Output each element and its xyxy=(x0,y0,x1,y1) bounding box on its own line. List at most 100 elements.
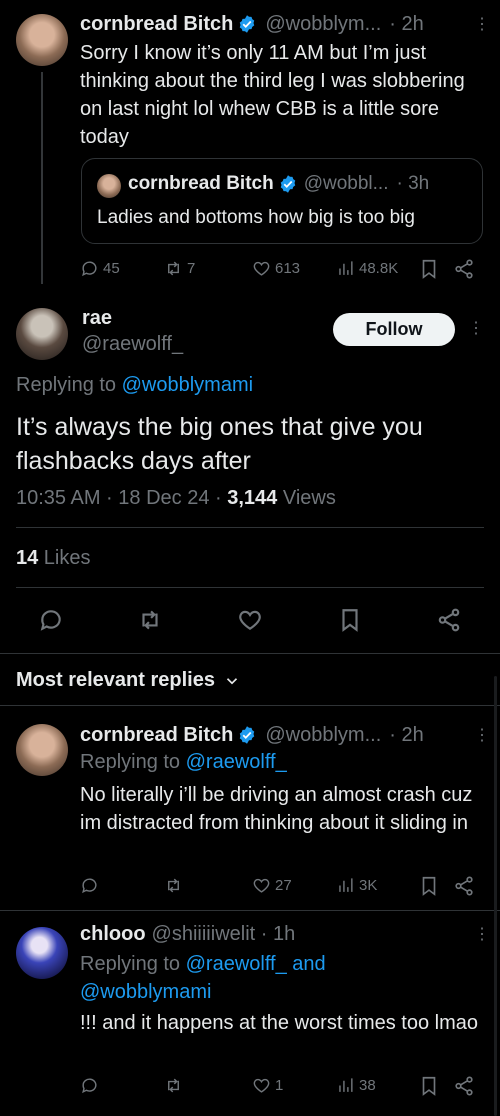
tweet-timestamp[interactable]: 10:35 AM · 18 Dec 24 · xyxy=(16,487,227,509)
share-button[interactable] xyxy=(453,1075,475,1102)
more-options-icon[interactable]: ⋮ xyxy=(474,725,490,745)
thread-line xyxy=(41,72,43,284)
reply-button[interactable] xyxy=(80,876,99,895)
share-button[interactable] xyxy=(436,607,462,638)
author-name[interactable]: chlooo xyxy=(80,923,146,946)
avatar[interactable] xyxy=(16,927,68,979)
like-button[interactable] xyxy=(237,607,263,638)
mention-link[interactable]: @wobblymami xyxy=(80,981,211,1003)
scrollbar[interactable] xyxy=(494,676,497,1116)
tweet-time[interactable]: · 2h xyxy=(389,13,423,36)
views-button[interactable]: 38 xyxy=(336,1076,376,1095)
repost-icon xyxy=(168,878,179,893)
like-count: 1 xyxy=(275,1077,284,1094)
replying-prefix: Replying to xyxy=(80,751,186,773)
author-handle: @wobbl... xyxy=(303,173,389,194)
repost-icon xyxy=(142,610,158,630)
heart-icon xyxy=(253,1078,270,1093)
replies-sort-label: Most relevant replies xyxy=(16,669,215,691)
like-button[interactable]: 1 xyxy=(252,1076,283,1095)
likes-summary[interactable]: 14 Likes xyxy=(16,547,91,570)
views-button[interactable]: 48.8K xyxy=(336,259,398,278)
reply-button[interactable]: 45 xyxy=(80,259,120,278)
share-button[interactable] xyxy=(453,258,475,285)
reply-tweet[interactable]: cornbread Bitch @wobblym... · 2h ⋮ Reply… xyxy=(0,706,500,910)
repost-button[interactable] xyxy=(164,876,183,895)
bookmark-button[interactable] xyxy=(418,875,440,902)
tweet-time[interactable]: · 2h xyxy=(389,724,423,747)
tweet-text: Sorry I know it’s only 11 AM but I’m jus… xyxy=(80,42,465,148)
verified-badge-icon xyxy=(280,175,295,193)
views-chart-icon xyxy=(339,261,353,275)
more-options-icon[interactable]: ⋮ xyxy=(474,924,490,944)
share-button[interactable] xyxy=(453,875,475,902)
author-handle[interactable]: @wobblym... xyxy=(265,13,381,36)
replying-to: Replying to @raewolff_ and @wobblymami xyxy=(80,950,480,1006)
more-options-icon[interactable]: ⋮ xyxy=(474,14,490,34)
views-label: Views xyxy=(277,487,336,509)
tweet-header: cornbread Bitch @wobblym... · 2h ⋮ xyxy=(80,722,490,748)
like-button[interactable]: 613 xyxy=(252,259,300,278)
repost-button[interactable] xyxy=(137,607,163,638)
view-count: 48.8K xyxy=(359,260,399,277)
reply-icon xyxy=(40,610,61,631)
like-count: 27 xyxy=(275,877,292,894)
action-bar: 1 38 xyxy=(80,1076,480,1098)
like-button[interactable]: 27 xyxy=(252,876,292,895)
share-icon xyxy=(438,608,460,632)
repost-button[interactable]: 7 xyxy=(164,259,195,278)
bookmark-icon xyxy=(342,609,358,632)
reply-icon xyxy=(82,1078,97,1094)
tweet-time: · 3h xyxy=(396,173,430,194)
view-count: 38 xyxy=(359,1077,376,1094)
share-icon xyxy=(455,876,473,896)
action-bar: 45 7 613 48.8K xyxy=(80,259,480,281)
repost-button[interactable] xyxy=(164,1076,183,1095)
author-name[interactable]: rae xyxy=(82,307,112,330)
replying-to: Replying to @wobblymami xyxy=(16,374,253,397)
mention-link[interactable]: @raewolff_ and xyxy=(186,953,326,975)
divider xyxy=(16,587,484,588)
repost-icon xyxy=(168,261,179,276)
views-button[interactable]: 3K xyxy=(336,876,377,895)
replies-sort-dropdown[interactable]: Most relevant replies xyxy=(16,669,241,692)
author-name[interactable]: cornbread Bitch xyxy=(80,724,233,747)
verified-badge-icon xyxy=(240,15,255,33)
reply-button[interactable] xyxy=(80,1076,99,1095)
reply-icon xyxy=(82,261,97,277)
verified-badge-icon xyxy=(240,726,255,744)
replying-prefix: Replying to xyxy=(16,374,122,396)
follow-button[interactable]: Follow xyxy=(333,313,455,346)
bookmark-button[interactable] xyxy=(418,258,440,285)
tweet-text: No literally i’ll be driving an almost c… xyxy=(80,784,473,834)
repost-icon xyxy=(168,1078,179,1093)
tweet-meta: 10:35 AM · 18 Dec 24 · 3,144 Views xyxy=(16,487,336,510)
avatar[interactable] xyxy=(16,724,68,776)
avatar[interactable] xyxy=(16,14,68,66)
likes-count: 14 xyxy=(16,547,39,569)
replying-to: Replying to @raewolff_ xyxy=(80,751,287,774)
mention-link[interactable]: @wobblymami xyxy=(122,374,253,396)
bookmark-button[interactable] xyxy=(418,1075,440,1102)
more-options-icon[interactable]: ⋮ xyxy=(468,318,484,338)
author-handle[interactable]: @raewolff_ xyxy=(82,333,183,356)
action-bar: 27 3K xyxy=(80,876,480,898)
divider xyxy=(16,527,484,528)
like-count: 613 xyxy=(275,260,301,277)
bookmark-icon xyxy=(422,1076,436,1096)
bookmark-button[interactable] xyxy=(337,607,363,638)
repost-count: 7 xyxy=(187,260,196,277)
tweet-header: chlooo @shiiiiiwelit · 1h ⋮ xyxy=(80,921,490,947)
author-handle[interactable]: @wobblym... xyxy=(265,724,381,747)
author-name: cornbread Bitch xyxy=(128,173,274,194)
author-name[interactable]: cornbread Bitch xyxy=(80,13,233,36)
author-handle[interactable]: @shiiiiiwelit · 1h xyxy=(152,923,296,946)
mention-link[interactable]: @raewolff_ xyxy=(186,751,287,773)
avatar[interactable] xyxy=(16,308,68,360)
heart-icon xyxy=(239,610,261,630)
view-count: 3K xyxy=(359,877,378,894)
quoted-tweet-card[interactable]: cornbread Bitch @wobbl... · 3h Ladies an… xyxy=(81,158,483,244)
reply-icon xyxy=(82,878,97,894)
reply-button[interactable] xyxy=(38,607,64,638)
reply-tweet[interactable]: chlooo @shiiiiiwelit · 1h ⋮ Replying to … xyxy=(0,911,500,1116)
